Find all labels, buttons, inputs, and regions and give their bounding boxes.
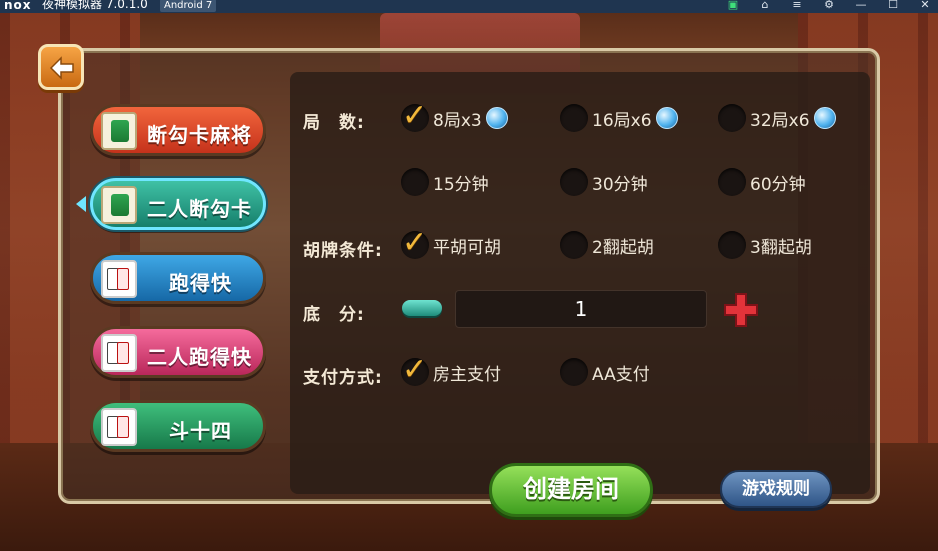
checkbox-checked[interactable] xyxy=(401,225,429,260)
options-area xyxy=(290,72,870,494)
nox-logo: nox xyxy=(4,0,32,12)
app-center-icon[interactable]: ▣ xyxy=(725,0,741,12)
payment-option-host[interactable]: 房主支付 xyxy=(401,352,501,387)
game-tab-label: 断勾卡麻将 xyxy=(147,123,252,147)
rounds-label: 局 数: xyxy=(303,113,365,133)
time-option-60[interactable]: 60分钟 xyxy=(718,168,806,196)
game-tab-label: 斗十四 xyxy=(169,419,232,443)
option-label: 15分钟 xyxy=(433,174,489,195)
playing-cards-icon xyxy=(101,334,137,372)
maximize-icon[interactable]: ☐ xyxy=(885,0,901,12)
gear-icon[interactable]: ⚙ xyxy=(821,0,837,12)
back-arrow-icon xyxy=(49,56,74,80)
game-rules-button[interactable]: 游戏规则 xyxy=(720,470,832,508)
checkbox-unchecked[interactable] xyxy=(560,231,588,259)
option-label: 平胡可胡 xyxy=(433,237,501,258)
diamond-icon xyxy=(813,107,836,129)
option-label: 8局x3 xyxy=(433,110,482,131)
option-label: AA支付 xyxy=(592,364,650,385)
diamond-icon xyxy=(485,107,508,129)
checkbox-unchecked[interactable] xyxy=(718,231,746,259)
option-label: 32局x6 xyxy=(750,110,810,131)
playing-cards-icon xyxy=(101,260,137,298)
option-label: 16局x6 xyxy=(592,110,652,131)
base-score-label: 底 分: xyxy=(303,305,365,325)
rounds-option-16[interactable]: 16局x6 xyxy=(560,104,678,132)
hu-option-pinghu[interactable]: 平胡可胡 xyxy=(401,225,501,260)
checkbox-checked[interactable] xyxy=(401,98,429,133)
checkbox-unchecked[interactable] xyxy=(560,358,588,386)
checkbox-checked[interactable] xyxy=(401,352,429,387)
minimize-icon[interactable]: — xyxy=(853,0,869,12)
mahjong-tile-icon xyxy=(101,112,137,150)
hu-option-3fan[interactable]: 3翻起胡 xyxy=(718,231,812,259)
game-tab-paodekuai[interactable]: 跑得快 xyxy=(90,252,266,304)
option-label: 30分钟 xyxy=(592,174,648,195)
time-option-15[interactable]: 15分钟 xyxy=(401,168,489,196)
create-room-button[interactable]: 创建房间 xyxy=(489,463,653,517)
window-title: 夜神模拟器 7.0.1.0 xyxy=(42,0,148,11)
menu-icon[interactable]: ≡ xyxy=(789,0,805,12)
emulator-titlebar: nox 夜神模拟器 7.0.1.0 Android 7 ▣ ⌂ ≡ ⚙ — ☐ … xyxy=(0,0,938,13)
mahjong-tile-icon xyxy=(101,186,137,224)
payment-label: 支付方式: xyxy=(303,368,383,388)
checkbox-unchecked[interactable] xyxy=(401,168,429,196)
option-label: 房主支付 xyxy=(433,364,501,385)
hu-condition-label: 胡牌条件: xyxy=(303,241,383,261)
selected-indicator xyxy=(76,196,86,212)
game-tab-label: 跑得快 xyxy=(169,271,232,295)
game-tab-two-player-paodekuai[interactable]: 二人跑得快 xyxy=(90,326,266,378)
option-label: 2翻起胡 xyxy=(592,237,654,258)
game-tab-duangouka-mahjong[interactable]: 断勾卡麻将 xyxy=(90,104,266,156)
checkbox-unchecked[interactable] xyxy=(560,104,588,132)
close-icon[interactable]: ✕ xyxy=(917,0,933,12)
game-tab-doushisi[interactable]: 斗十四 xyxy=(90,400,266,452)
back-button[interactable] xyxy=(38,44,84,90)
playing-cards-icon xyxy=(101,408,137,446)
base-score-field: 1 xyxy=(455,290,707,328)
home-icon[interactable]: ⌂ xyxy=(757,0,773,12)
time-option-30[interactable]: 30分钟 xyxy=(560,168,648,196)
increase-button[interactable] xyxy=(721,290,761,330)
decrease-button[interactable] xyxy=(402,300,442,316)
checkbox-unchecked[interactable] xyxy=(718,168,746,196)
game-tab-two-player-duangouka[interactable]: 二人断勾卡 xyxy=(90,178,266,230)
android-version-badge: Android 7 xyxy=(160,0,217,12)
payment-option-aa[interactable]: AA支付 xyxy=(560,358,650,386)
rounds-option-8[interactable]: 8局x3 xyxy=(401,98,508,133)
checkbox-unchecked[interactable] xyxy=(718,104,746,132)
rounds-option-32[interactable]: 32局x6 xyxy=(718,104,836,132)
game-tab-label: 二人跑得快 xyxy=(147,345,252,369)
game-tab-label: 二人断勾卡 xyxy=(147,197,252,221)
hu-option-2fan[interactable]: 2翻起胡 xyxy=(560,231,654,259)
checkbox-unchecked[interactable] xyxy=(560,168,588,196)
option-label: 3翻起胡 xyxy=(750,237,812,258)
option-label: 60分钟 xyxy=(750,174,806,195)
diamond-icon xyxy=(655,107,678,129)
